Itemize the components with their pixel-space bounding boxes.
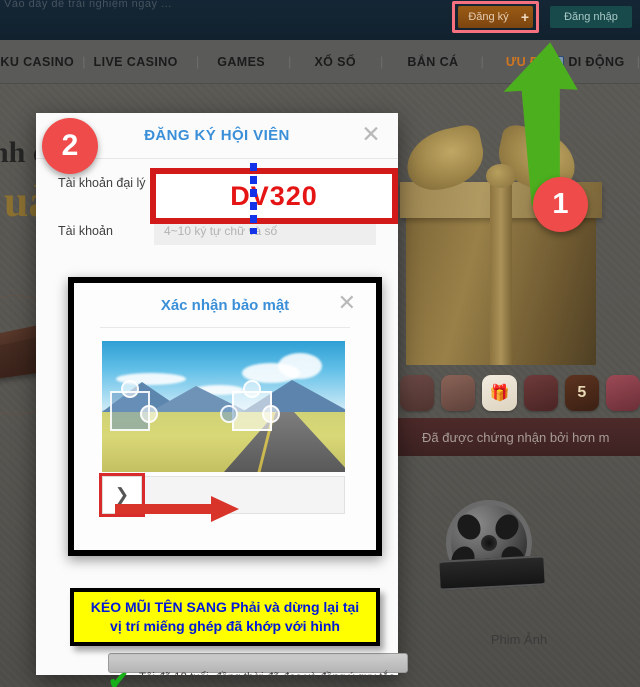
app-icon-strip: 🎁 5 <box>398 372 640 414</box>
referral-code-callout: DV320 <box>150 168 398 224</box>
screenshot-root: nh c uà 🎁 5 Đã được chứng nhận bởi hơn m <box>0 0 640 687</box>
checkmark-icon[interactable]: ✔ <box>108 669 129 687</box>
arrow-head <box>211 496 239 522</box>
nav-label: KU CASINO <box>0 54 75 69</box>
nav-item-ban-ca[interactable]: BẮN CÁ <box>407 55 458 69</box>
reel-hole <box>452 510 486 544</box>
register-button[interactable]: Đăng ký + <box>458 6 533 28</box>
agent-account-label: Tài khoản đại lý <box>58 176 146 190</box>
terms-text: Tôi đã 18 tuổi, đồng thời đã đọc và đồng… <box>139 671 397 687</box>
puzzle-hole-piece <box>110 380 158 431</box>
gift-bow-knot <box>486 164 516 188</box>
reel-hub <box>481 535 497 551</box>
referral-code-value: DV320 <box>230 180 318 211</box>
captcha-puzzle-image <box>102 341 345 472</box>
nav-label: BẮN CÁ <box>407 54 459 69</box>
submit-button-partial[interactable] <box>108 653 408 673</box>
cloud-decor <box>278 353 322 379</box>
app-icon-clock-five[interactable]: 5 <box>564 375 599 411</box>
gift-box-image <box>398 120 613 365</box>
puzzle-nub <box>140 405 158 423</box>
close-icon[interactable]: ✕ <box>360 124 382 147</box>
app-icon-avatar-2[interactable] <box>441 375 476 411</box>
certified-banner: Đã được chứng nhận bởi hơn m <box>398 418 640 456</box>
nav-separator: | <box>380 54 384 69</box>
account-label: Tài khoản <box>58 224 113 238</box>
nav-item-games[interactable]: GAMES <box>217 55 265 69</box>
puzzle-nub <box>220 405 238 423</box>
puzzle-nub <box>262 405 280 423</box>
app-icon-clock-label: 5 <box>577 384 587 401</box>
register-button-label: Đăng ký <box>468 11 509 23</box>
film-reel-label: Phim Ảnh <box>490 632 548 647</box>
captcha-close-icon[interactable]: ✕ <box>338 293 356 315</box>
instruction-notice: KÉO MŨI TÊN SANG Phải và dừng lại tại vị… <box>70 588 380 646</box>
nav-label: ƯU ĐÃI <box>505 54 553 69</box>
nav-separator: | <box>82 54 86 69</box>
step-badge-1: 1 <box>533 177 588 232</box>
puzzle-nub <box>121 380 139 398</box>
gift-box-ribbon <box>490 182 512 365</box>
nav-label: GAMES <box>217 54 266 69</box>
target-position-marker <box>250 163 257 234</box>
film-reel-image <box>439 500 550 600</box>
nav-separator: | <box>288 54 292 69</box>
main-navigation: KU CASINO | LIVE CASINO | GAMES | XỔ SỐ … <box>0 40 640 84</box>
nav-label: DI ĐỘNG <box>568 54 625 69</box>
top-bar: Vào đây để trải nghiệm ngay ... Đăng ký … <box>0 0 640 40</box>
nav-separator: | <box>480 54 484 69</box>
captcha-title: Xác nhận bảo mật <box>160 296 290 314</box>
login-button-label: Đăng nhập <box>564 11 618 23</box>
nav-item-xo-so[interactable]: XỔ SỐ <box>314 55 356 69</box>
nav-item-uu-dai[interactable]: ƯU ĐÃI <box>506 55 553 69</box>
nav-separator: | <box>195 54 200 69</box>
drag-direction-arrow <box>115 496 240 522</box>
terms-agreement-row: ✔ Tôi đã 18 tuổi, đồng thời đã đọc và đồ… <box>108 669 424 687</box>
plus-icon: + <box>520 9 529 25</box>
app-icon-piggybank[interactable] <box>523 375 558 411</box>
nav-separator: | <box>636 54 640 69</box>
page-title: ĐĂNG KÝ HỘI VIÊN <box>144 127 290 144</box>
topbar-ghost-text: Vào đây để trải nghiệm ngay ... <box>4 0 172 10</box>
nav-label: LIVE CASINO <box>93 54 178 69</box>
puzzle-slider-piece[interactable] <box>220 380 280 431</box>
captcha-divider <box>100 327 350 328</box>
captcha-header: Xác nhận bảo mật ✕ <box>74 283 376 327</box>
app-icon-mobile[interactable] <box>605 375 640 411</box>
mobile-phone-icon <box>555 55 565 70</box>
app-icon-avatar-1[interactable] <box>400 375 435 411</box>
step-badge-1-label: 1 <box>552 188 569 220</box>
terms-text-body: Tôi đã 18 tuổi, đồng thời đã đọc và đồng… <box>138 672 395 684</box>
arrow-shaft <box>115 504 215 514</box>
certified-banner-text: Đã được chứng nhận bởi hơn m <box>422 429 610 445</box>
step-badge-2: 2 <box>42 118 98 174</box>
nav-label: XỔ SỐ <box>314 54 357 69</box>
app-icon-gift[interactable]: 🎁 <box>482 375 517 411</box>
nav-item-ku-casino[interactable]: KU CASINO <box>0 55 74 69</box>
nav-item-live-casino[interactable]: LIVE CASINO <box>94 55 178 69</box>
step-badge-2-label: 2 <box>61 129 79 162</box>
film-strip <box>439 555 545 591</box>
instruction-line-1: KÉO MŨI TÊN SANG Phải và dừng lại tại <box>90 599 360 615</box>
instruction-line-2: vị trí miếng ghép đã khớp với hình <box>110 618 340 634</box>
puzzle-nub <box>243 380 261 398</box>
nav-item-di-dong[interactable]: DI ĐỘNG <box>555 54 625 70</box>
login-button[interactable]: Đăng nhập <box>550 6 632 28</box>
